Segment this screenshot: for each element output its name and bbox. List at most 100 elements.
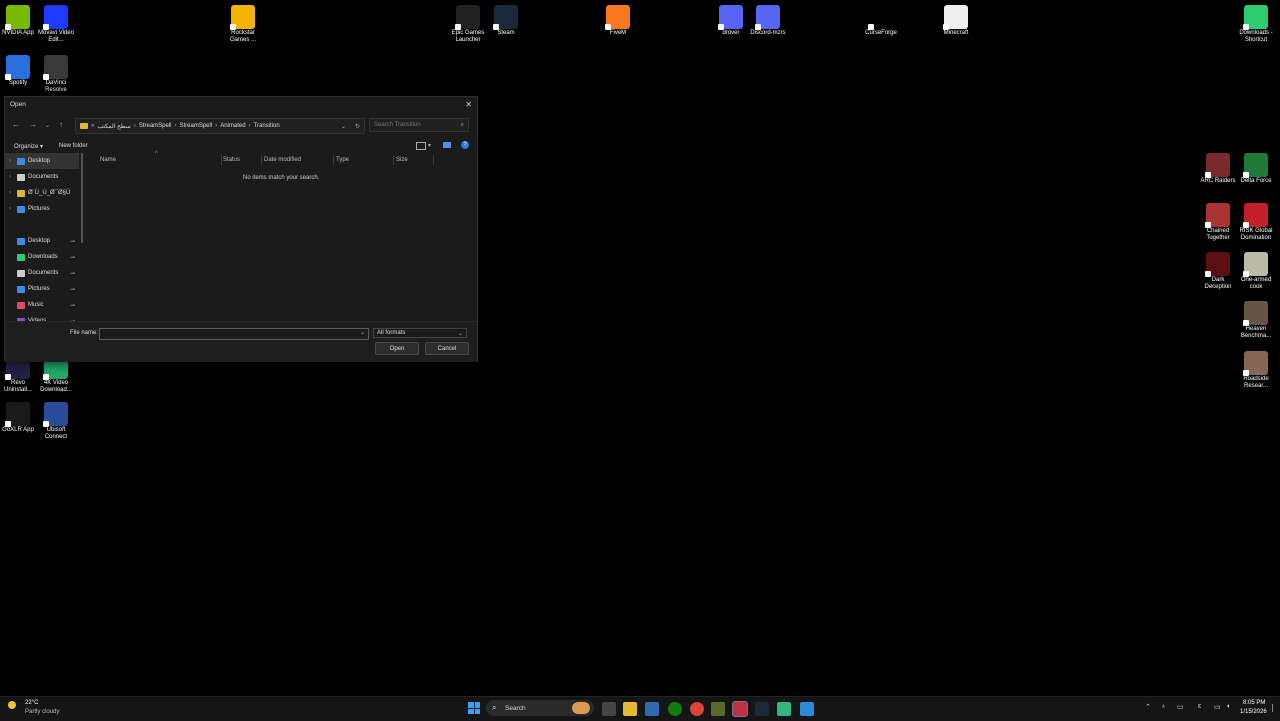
address-dropdown-icon[interactable]: ⌄ bbox=[341, 123, 346, 130]
view-options-icon[interactable] bbox=[416, 142, 426, 150]
volume-icon[interactable]: ◖ bbox=[1226, 703, 1230, 710]
desktop-shortcut[interactable]: ARC Raiders bbox=[1198, 153, 1238, 185]
expand-chevron-icon[interactable]: › bbox=[5, 206, 15, 212]
desktop-shortcut[interactable]: Chained Together bbox=[1198, 203, 1238, 242]
xbox-icon[interactable] bbox=[668, 702, 682, 716]
video-editor-icon[interactable] bbox=[732, 701, 748, 717]
file-explorer-icon[interactable] bbox=[623, 702, 637, 716]
minecraft-launcher-icon[interactable] bbox=[711, 702, 725, 716]
help-icon[interactable]: ? bbox=[461, 141, 469, 149]
back-arrow-icon[interactable]: ← bbox=[12, 120, 20, 129]
sidebar-tree-item[interactable]: › Desktop bbox=[5, 153, 79, 169]
messenger-taskbar-icon[interactable] bbox=[800, 702, 814, 716]
address-bar[interactable]: » سطح المكتب › StreamSpell › StreamSpell › Ani… bbox=[75, 118, 365, 134]
quick-access-item[interactable]: Music ⊸ bbox=[5, 297, 79, 313]
expand-chevron-icon[interactable]: › bbox=[5, 190, 15, 196]
weather-icon[interactable] bbox=[8, 701, 16, 709]
clock-time[interactable]: 8:05 PM bbox=[1243, 700, 1265, 706]
desktop-shortcut[interactable]: Discord-mzrs bbox=[748, 5, 788, 37]
column-header-name[interactable]: Name bbox=[100, 157, 116, 163]
column-divider[interactable] bbox=[333, 155, 334, 165]
up-arrow-icon[interactable]: ↑ bbox=[59, 120, 63, 129]
file-type-select[interactable]: All formats ⌄ bbox=[373, 328, 467, 338]
desktop-shortcut[interactable]: One-armed cook bbox=[1236, 252, 1276, 291]
breadcrumb-item[interactable]: Animated bbox=[220, 123, 245, 129]
desktop-shortcut[interactable]: CurseForge bbox=[861, 5, 901, 37]
column-header-size[interactable]: Size bbox=[396, 157, 408, 163]
taskbar-search-box[interactable]: ⌕ Search bbox=[486, 700, 594, 716]
desktop-shortcut[interactable]: NVIDIA App bbox=[0, 5, 38, 37]
language-icon[interactable]: ε bbox=[1198, 703, 1201, 710]
view-dropdown-icon[interactable]: ▾ bbox=[428, 142, 431, 149]
file-name-dropdown-icon[interactable]: ⌄ bbox=[360, 329, 365, 336]
desktop-shortcut[interactable]: Steam bbox=[486, 5, 526, 37]
quick-access-item[interactable]: Videos⊸ bbox=[5, 313, 79, 321]
desktop-shortcut[interactable]: DaVinci Resolve bbox=[36, 55, 76, 94]
sidebar-tree-item[interactable]: › Pictures bbox=[5, 201, 79, 217]
forward-arrow-icon[interactable]: → bbox=[29, 120, 37, 129]
navigation-pane-scrollbar[interactable] bbox=[81, 153, 83, 243]
breadcrumb-item[interactable]: StreamSpell bbox=[139, 123, 172, 129]
preview-pane-icon[interactable] bbox=[443, 142, 451, 148]
chrome-icon[interactable] bbox=[690, 702, 704, 716]
open-button[interactable]: Open bbox=[375, 342, 419, 355]
desktop-shortcut[interactable]: GoXLR App bbox=[0, 402, 38, 434]
expand-chevron-icon[interactable]: › bbox=[5, 158, 15, 164]
column-header-date-modified[interactable]: Date modified bbox=[264, 157, 301, 163]
column-header-status[interactable]: Status bbox=[223, 157, 240, 163]
search-input[interactable]: Search Transition ⌕ bbox=[369, 118, 469, 132]
keyboard-icon[interactable]: ▭ bbox=[1177, 703, 1184, 711]
desktop-shortcut[interactable]: drover bbox=[711, 5, 751, 37]
cancel-button[interactable]: Cancel bbox=[425, 342, 469, 355]
desktop-shortcut[interactable]: RISK Global Domination bbox=[1236, 203, 1276, 242]
quick-access-item[interactable]: Documents ⊸ bbox=[5, 265, 79, 281]
desktop-shortcut[interactable]: Downloads - Shortcut bbox=[1236, 5, 1276, 44]
desktop-shortcut[interactable]: Epic Games Launcher bbox=[448, 5, 488, 44]
breadcrumb-chevron-icon[interactable]: › bbox=[175, 123, 177, 129]
clock-date[interactable]: 1/15/2026 bbox=[1240, 709, 1267, 715]
start-windows-icon[interactable] bbox=[468, 702, 480, 714]
microsoft-store-icon[interactable] bbox=[645, 702, 659, 716]
desktop-shortcut[interactable]: Dark Deception bbox=[1198, 252, 1238, 291]
breadcrumb-item[interactable]: سطح المكتب bbox=[97, 123, 130, 130]
breadcrumb-chevron-icon[interactable]: › bbox=[215, 123, 217, 129]
task-view-icon[interactable] bbox=[602, 702, 616, 716]
column-header-type[interactable]: Type bbox=[336, 157, 349, 163]
desktop-shortcut[interactable]: Heaven Benchma... bbox=[1236, 301, 1276, 340]
file-name-input[interactable]: ⌄ bbox=[99, 328, 369, 340]
quick-access-item[interactable]: Downloads ⊸ bbox=[5, 249, 79, 265]
column-divider[interactable] bbox=[221, 155, 222, 165]
desktop-shortcut[interactable]: Minecraft bbox=[936, 5, 976, 37]
close-icon[interactable]: ✕ bbox=[465, 100, 472, 109]
network-icon[interactable]: ▭ bbox=[1214, 703, 1221, 711]
column-divider[interactable] bbox=[261, 155, 262, 165]
breadcrumb-chevron-icon[interactable]: › bbox=[134, 123, 136, 129]
tray-overflow-icon[interactable]: ⌃ bbox=[1145, 703, 1151, 711]
microphone-icon[interactable]: ♁ bbox=[1161, 703, 1166, 710]
sidebar-tree-item[interactable]: › Ø¨Ù_Ù_Ø¯Ø§Ù bbox=[5, 185, 79, 201]
refresh-icon[interactable]: ↻ bbox=[355, 123, 360, 130]
sidebar-tree-item[interactable]: › Documents bbox=[5, 169, 79, 185]
weather-temp[interactable]: 22°C bbox=[25, 700, 38, 706]
breadcrumb-item[interactable]: Transition bbox=[254, 123, 280, 129]
column-divider[interactable] bbox=[393, 155, 394, 165]
quick-access-item[interactable]: Desktop ⊸ bbox=[5, 233, 79, 249]
recent-locations-chevron-icon[interactable]: ⌄ bbox=[45, 122, 50, 129]
organize-button[interactable]: Organize ▾ bbox=[14, 143, 43, 150]
desktop-shortcut[interactable]: Spotify bbox=[0, 55, 38, 87]
desktop-shortcut[interactable]: Ubisoft Connect bbox=[36, 402, 76, 441]
expand-chevron-icon[interactable]: › bbox=[5, 174, 15, 180]
app-taskbar-icon[interactable] bbox=[777, 702, 791, 716]
quick-access-item[interactable]: Pictures ⊸ bbox=[5, 281, 79, 297]
show-desktop-button[interactable] bbox=[1272, 704, 1277, 712]
desktop-shortcut[interactable]: FiveM bbox=[598, 5, 638, 37]
desktop-shortcut[interactable]: Delta Force bbox=[1236, 153, 1276, 185]
breadcrumb-chevron-icon[interactable]: › bbox=[249, 123, 251, 129]
steam-taskbar-icon[interactable] bbox=[755, 702, 769, 716]
desktop-shortcut[interactable]: Movavi Video Edit... bbox=[36, 5, 76, 44]
new-folder-button[interactable]: New folder bbox=[59, 143, 88, 149]
column-divider[interactable] bbox=[433, 155, 434, 165]
desktop-shortcut[interactable]: Roadside Resear... bbox=[1236, 351, 1276, 390]
breadcrumb-item[interactable]: StreamSpell bbox=[180, 123, 213, 129]
desktop-shortcut[interactable]: Rockstar Games ... bbox=[223, 5, 263, 44]
